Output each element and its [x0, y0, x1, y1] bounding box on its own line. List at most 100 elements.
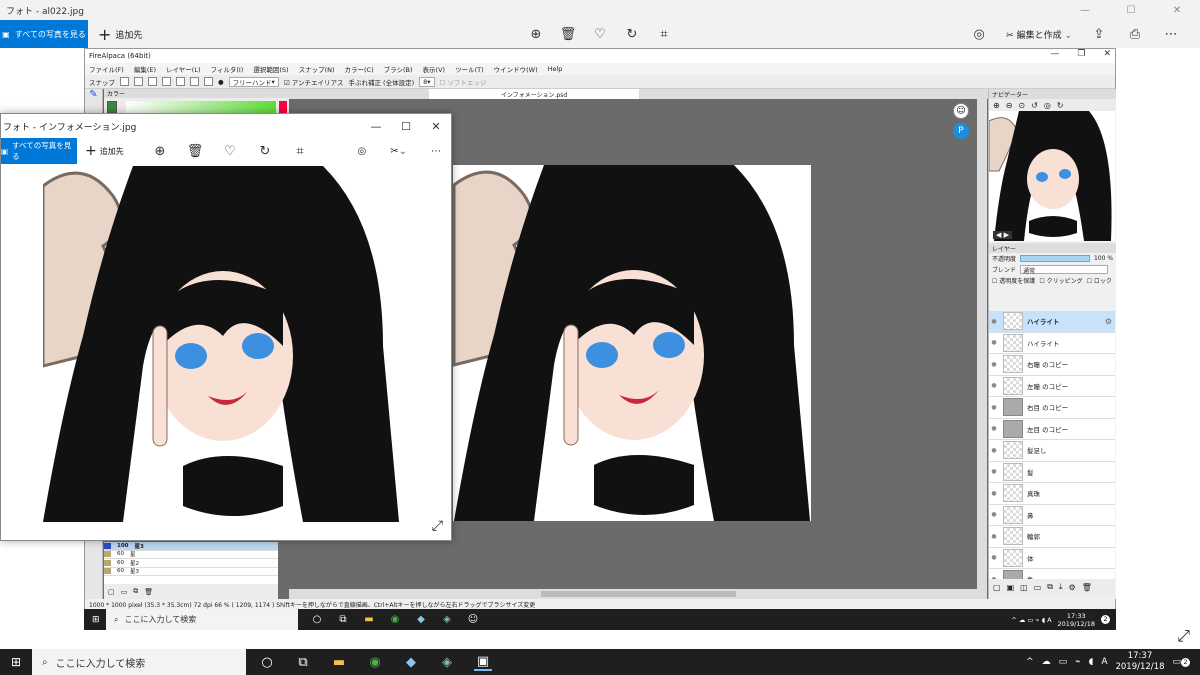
protect-alpha-checkbox[interactable]: ☐ 透明度を保護 — [992, 276, 1035, 285]
share-icon[interactable]: ⇪ — [1090, 25, 1108, 43]
layer-row[interactable]: ● 右目 のコピー — [989, 397, 1115, 419]
pw-all-photos-button[interactable]: ▣ すべての写真を見る — [1, 138, 77, 164]
pw-edit-icon[interactable]: ✂⌄ — [390, 146, 407, 157]
navigator-thumbnail[interactable]: ◀ ▶ — [989, 111, 1115, 241]
fa-maximize-button[interactable]: ❐ — [1077, 49, 1085, 59]
pw-expand-icon[interactable]: ⤢ — [432, 518, 443, 534]
soft-edge-checkbox[interactable]: ☐ ソフトエッジ — [440, 77, 487, 87]
fa-menu-item[interactable]: カラー(C) — [345, 64, 374, 74]
snap-off-icon[interactable] — [120, 77, 129, 86]
left-layer-row[interactable]: 60 星3 — [104, 568, 278, 576]
zoom-fit-icon[interactable]: ⊙ — [1018, 101, 1025, 110]
rotate-icon[interactable]: ↻ — [623, 25, 641, 43]
fa-close-button[interactable]: ✕ — [1103, 49, 1111, 59]
clipping-checkbox[interactable]: ☐ クリッピング — [1039, 276, 1082, 285]
chrome-icon[interactable]: ◉ — [366, 653, 384, 671]
visibility-icon[interactable]: ● — [989, 511, 999, 518]
crop-icon[interactable]: ⌗ — [655, 25, 673, 43]
layer-row[interactable]: ● 輪郭 — [989, 526, 1115, 548]
add-8bit-layer-icon[interactable]: ▣ — [1007, 583, 1015, 592]
visibility-icon[interactable]: ● — [989, 382, 999, 389]
layer-row[interactable]: ● ハイライト — [989, 332, 1115, 354]
layer-row[interactable]: ● 髪 — [989, 461, 1115, 483]
new-layer-icon[interactable]: ▢ — [108, 588, 115, 596]
layer-row[interactable]: ● 鼻 — [989, 504, 1115, 526]
pw-delete-icon[interactable]: 🗑 — [186, 142, 204, 160]
layer-settings-icon[interactable]: ⚙ — [1069, 583, 1076, 592]
pw-rotate-icon[interactable]: ↻ — [256, 142, 274, 160]
visibility-icon[interactable]: ● — [989, 318, 999, 325]
gear-icon[interactable]: ⚙ — [1105, 317, 1112, 326]
outer-expand-icon[interactable]: ⤢ — [1177, 626, 1190, 646]
fa-menu-item[interactable]: ツール(T) — [455, 64, 484, 74]
drawing-canvas[interactable] — [453, 165, 811, 521]
fa-menu-item[interactable]: フィルタ(I) — [211, 64, 244, 74]
visibility-icon[interactable]: ● — [989, 339, 999, 346]
layer-row[interactable]: ● 髪足し — [989, 440, 1115, 462]
layer-row[interactable]: ● 左瞳 のコピー — [989, 375, 1115, 397]
fa-menu-item[interactable]: Help — [548, 65, 563, 73]
scrollbar-thumb[interactable] — [541, 591, 736, 597]
rotate-left-icon[interactable]: ↺ — [1031, 101, 1038, 110]
battery-icon[interactable]: ▭ — [1059, 657, 1068, 667]
duplicate-layer-icon[interactable]: ⧉ — [1047, 582, 1053, 592]
inner-taskview-icon[interactable]: ⧉ — [336, 613, 350, 627]
snap-settings-icon[interactable]: ● — [218, 78, 224, 86]
volume-icon[interactable]: ◖ — [1089, 657, 1094, 667]
inner-cortana-icon[interactable]: ○ — [310, 613, 324, 627]
pen-tool-icon[interactable]: ✎ — [85, 89, 102, 103]
trash-icon[interactable]: 🗑 — [144, 588, 153, 596]
layer-row[interactable]: ● 右瞳 のコピー — [989, 354, 1115, 376]
task-view-icon[interactable]: ⧉ — [294, 653, 312, 671]
more-icon[interactable]: ⋯ — [1162, 25, 1180, 43]
favorite-icon[interactable]: ♡ — [591, 25, 609, 43]
fa-menu-item[interactable]: スナップ(N) — [299, 64, 335, 74]
add-folder-icon[interactable]: ▭ — [1034, 583, 1042, 592]
start-button[interactable]: ⊞ — [0, 649, 32, 675]
snap-parallel-icon[interactable] — [134, 77, 143, 86]
inner-chrome-icon[interactable]: ◉ — [388, 613, 402, 627]
layer-row[interactable]: ● 左目 のコピー — [989, 418, 1115, 440]
tray-overflow-icon[interactable]: ^ — [1026, 657, 1034, 667]
ime-indicator[interactable]: A — [1101, 657, 1107, 667]
fa-menu-item[interactable]: ウインドウ(W) — [494, 64, 538, 74]
left-layer-row[interactable]: 60 星2 — [104, 559, 278, 568]
all-photos-button[interactable]: ▣ すべての写真を見る — [0, 20, 88, 48]
canvas-vertical-scrollbar[interactable] — [977, 99, 987, 589]
fa-menu-item[interactable]: レイヤー(L) — [166, 64, 201, 74]
nav-playback-icons[interactable]: ◀ ▶ — [993, 231, 1012, 239]
pw-maximize-button[interactable]: ☐ — [391, 114, 421, 138]
new-folder-icon[interactable]: ▭ — [121, 588, 128, 596]
add-1bit-layer-icon[interactable]: ◫ — [1020, 583, 1028, 592]
add-to-button[interactable]: + 追加先 — [98, 25, 142, 44]
photo-image[interactable] — [43, 166, 399, 522]
visibility-icon[interactable]: ● — [989, 404, 999, 411]
fa-menu-item[interactable]: 表示(V) — [423, 64, 446, 74]
zoom-out-icon[interactable]: ⊖ — [1006, 101, 1013, 110]
pw-add-to-button[interactable]: + 追加先 — [85, 143, 124, 159]
inner-app-icon[interactable]: ◆ — [414, 613, 428, 627]
snap-curve-icon[interactable] — [190, 77, 199, 86]
app-icon[interactable]: ◆ — [402, 653, 420, 671]
close-button[interactable]: ✕ — [1154, 0, 1200, 20]
cortana-icon[interactable]: ○ — [258, 653, 276, 671]
visibility-icon[interactable]: ● — [989, 490, 999, 497]
pw-close-button[interactable]: ✕ — [421, 114, 451, 138]
maximize-button[interactable]: ☐ — [1108, 0, 1154, 20]
blend-select[interactable]: 通常 — [1020, 265, 1109, 275]
visibility-icon[interactable]: ● — [989, 533, 999, 540]
snap-concentric-icon[interactable] — [162, 77, 171, 86]
rotate-right-icon[interactable]: ↻ — [1057, 101, 1064, 110]
visibility-icon[interactable]: ● — [989, 468, 999, 475]
print-icon[interactable]: ⎙ — [1126, 25, 1144, 43]
layer-row[interactable]: ● 体 — [989, 547, 1115, 569]
pw-crop-icon[interactable]: ⌗ — [291, 142, 309, 160]
snap-radial-icon[interactable] — [176, 77, 185, 86]
document-tab[interactable]: インフォメーション.psd — [429, 89, 639, 99]
hue-slider[interactable] — [279, 101, 287, 113]
fa-minimize-button[interactable]: — — [1050, 49, 1059, 59]
minimize-button[interactable]: — — [1062, 0, 1108, 20]
left-layer-row[interactable]: 100 星3 — [104, 542, 278, 551]
taskbar-search-box[interactable]: ⌕ ここに入力して検索 — [32, 649, 246, 675]
inner-search-box[interactable]: ⌕ ここに入力して検索 — [106, 609, 298, 630]
